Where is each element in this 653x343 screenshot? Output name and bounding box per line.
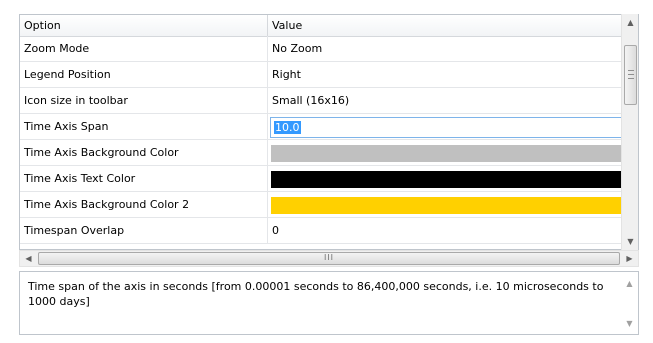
grid-vertical-scrollbar[interactable]: ▲ ▼ — [621, 14, 638, 250]
row-zoom-mode[interactable]: Zoom Mode No Zoom — [20, 36, 623, 62]
row-option-label: Time Axis Background Color — [20, 140, 268, 165]
row-value-cell — [268, 192, 623, 217]
row-option-label: Icon size in toolbar — [20, 88, 268, 113]
row-time-axis-bg-color[interactable]: Time Axis Background Color — [20, 140, 623, 166]
row-value[interactable]: Right — [268, 62, 623, 87]
row-value[interactable]: 0 — [268, 218, 623, 243]
row-option-label: Time Axis Text Color — [20, 166, 268, 191]
horizontal-scroll-thumb[interactable]: III — [38, 252, 620, 265]
options-panel: Option Value Zoom Mode No Zoom Legend Po… — [0, 0, 653, 343]
description-text: Time span of the axis in seconds [from 0… — [28, 280, 604, 308]
value-column-header[interactable]: Value — [268, 15, 623, 36]
row-timespan-overlap[interactable]: Timespan Overlap 0 — [20, 218, 623, 244]
description-pane: Time span of the axis in seconds [from 0… — [19, 271, 639, 335]
row-value[interactable]: No Zoom — [268, 36, 623, 61]
color-swatch[interactable] — [271, 171, 623, 188]
scroll-up-icon[interactable]: ▲ — [621, 276, 638, 291]
vertical-scroll-thumb[interactable] — [624, 45, 637, 105]
row-option-label: Zoom Mode — [20, 36, 268, 61]
color-swatch[interactable] — [271, 197, 623, 214]
time-axis-span-input[interactable]: 10.0 — [270, 117, 623, 138]
row-option-label: Time Axis Background Color 2 — [20, 192, 268, 217]
grip-icon — [628, 70, 634, 79]
scroll-up-icon[interactable]: ▲ — [622, 14, 639, 31]
color-swatch[interactable] — [271, 145, 623, 162]
description-scrollbar[interactable]: ▲ ▼ — [621, 272, 638, 334]
row-value-cell: 10.0 — [268, 114, 623, 139]
scroll-down-icon[interactable]: ▼ — [621, 316, 638, 331]
row-legend-position[interactable]: Legend Position Right — [20, 62, 623, 88]
row-value-cell — [268, 166, 623, 191]
row-value-cell — [268, 140, 623, 165]
selected-text: 10.0 — [274, 121, 301, 134]
row-option-label: Timespan Overlap — [20, 218, 268, 243]
scroll-left-icon[interactable]: ◀ — [20, 251, 37, 266]
grid-header: Option Value — [20, 15, 623, 37]
row-time-axis-bg-color-2[interactable]: Time Axis Background Color 2 — [20, 192, 623, 218]
row-value[interactable]: Small (16x16) — [268, 88, 623, 113]
property-grid: Option Value Zoom Mode No Zoom Legend Po… — [19, 14, 639, 250]
scroll-right-icon[interactable]: ▶ — [621, 251, 638, 266]
row-option-label: Legend Position — [20, 62, 268, 87]
grid-horizontal-scrollbar[interactable]: ◀ III ▶ — [19, 250, 639, 267]
option-column-header[interactable]: Option — [20, 15, 268, 36]
row-time-axis-span[interactable]: Time Axis Span 10.0 — [20, 114, 623, 140]
row-icon-size[interactable]: Icon size in toolbar Small (16x16) — [20, 88, 623, 114]
scroll-down-icon[interactable]: ▼ — [622, 233, 639, 250]
row-time-axis-text-color[interactable]: Time Axis Text Color — [20, 166, 623, 192]
row-option-label: Time Axis Span — [20, 114, 268, 139]
